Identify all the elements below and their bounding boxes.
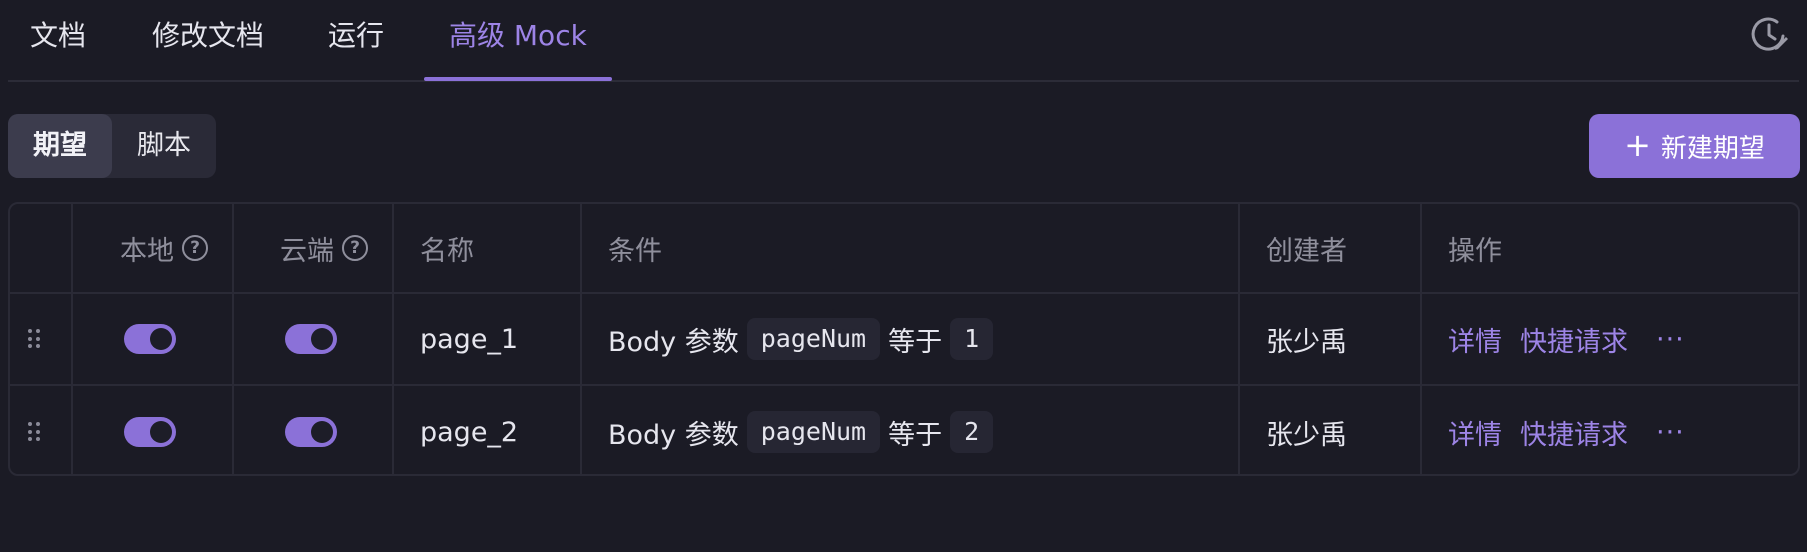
local-toggle[interactable]	[124, 324, 176, 354]
condition-operator: 等于	[888, 419, 943, 451]
segment-expectation[interactable]: 期望	[8, 114, 112, 178]
quick-request-link[interactable]: 快捷请求	[1520, 413, 1628, 452]
condition-value-chip: 2	[950, 411, 994, 453]
condition-operator: 等于	[888, 326, 943, 358]
condition-value-chip: 1	[950, 318, 994, 360]
table-row: page_1 Body 参数 pageNum 等于 1 张少禹 详情 快捷请求 …	[10, 294, 1798, 386]
expectation-script-switch: 期望 脚本	[8, 114, 216, 178]
header-actions: 操作	[1448, 235, 1502, 267]
drag-handle-icon[interactable]	[28, 386, 40, 474]
condition-source: Body 参数	[608, 419, 739, 451]
condition-cell: Body 参数 pageNum 等于 2	[594, 386, 1001, 474]
cloud-toggle[interactable]	[285, 324, 337, 354]
header-condition: 条件	[608, 235, 662, 267]
tab-advanced-mock[interactable]: 高级 Mock	[449, 0, 587, 82]
cloud-toggle[interactable]	[285, 417, 337, 447]
help-icon[interactable]: ?	[342, 235, 368, 261]
quick-request-link[interactable]: 快捷请求	[1520, 320, 1628, 359]
segment-script[interactable]: 脚本	[112, 114, 216, 178]
header-local: 本地 ?	[106, 204, 208, 292]
condition-source: Body 参数	[608, 326, 739, 358]
expectation-name: page_1	[420, 323, 519, 355]
table-row: page_2 Body 参数 pageNum 等于 2 张少禹 详情 快捷请求 …	[10, 386, 1798, 474]
expectations-table: 本地 ? 云端 ? 名称 条件 创建者 操作 page_1 Body 参数 pa…	[8, 202, 1800, 476]
header-name: 名称	[420, 235, 474, 267]
more-icon[interactable]: ···	[1656, 324, 1685, 355]
creator: 张少禹	[1266, 419, 1347, 451]
header-creator: 创建者	[1266, 235, 1347, 267]
header-cloud: 云端 ?	[266, 204, 368, 292]
new-expectation-label: 新建期望	[1660, 133, 1765, 164]
condition-param-chip: pageNum	[746, 411, 881, 453]
table-header: 本地 ? 云端 ? 名称 条件 创建者 操作	[10, 204, 1798, 294]
plus-icon: +	[1624, 125, 1651, 164]
actions-cell: 详情 快捷请求 ···	[1434, 386, 1685, 474]
tab-edit-docs[interactable]: 修改文档	[152, 0, 264, 82]
detail-link[interactable]: 详情	[1448, 413, 1502, 452]
detail-link[interactable]: 详情	[1448, 320, 1502, 359]
tab-docs[interactable]: 文档	[30, 0, 86, 82]
expectation-name: page_2	[420, 416, 519, 448]
top-tab-bar: 文档 修改文档 运行 高级 Mock	[8, 0, 1799, 82]
help-icon[interactable]: ?	[182, 235, 208, 261]
new-expectation-button[interactable]: + 新建期望	[1589, 114, 1800, 178]
local-toggle[interactable]	[124, 417, 176, 447]
condition-cell: Body 参数 pageNum 等于 1	[594, 294, 1001, 384]
active-tab-indicator	[424, 77, 612, 81]
condition-param-chip: pageNum	[746, 318, 881, 360]
tab-run[interactable]: 运行	[328, 0, 384, 82]
history-icon[interactable]	[1749, 14, 1789, 54]
creator: 张少禹	[1266, 326, 1347, 358]
actions-cell: 详情 快捷请求 ···	[1434, 294, 1685, 384]
more-icon[interactable]: ···	[1656, 417, 1685, 448]
drag-handle-icon[interactable]	[28, 294, 40, 384]
